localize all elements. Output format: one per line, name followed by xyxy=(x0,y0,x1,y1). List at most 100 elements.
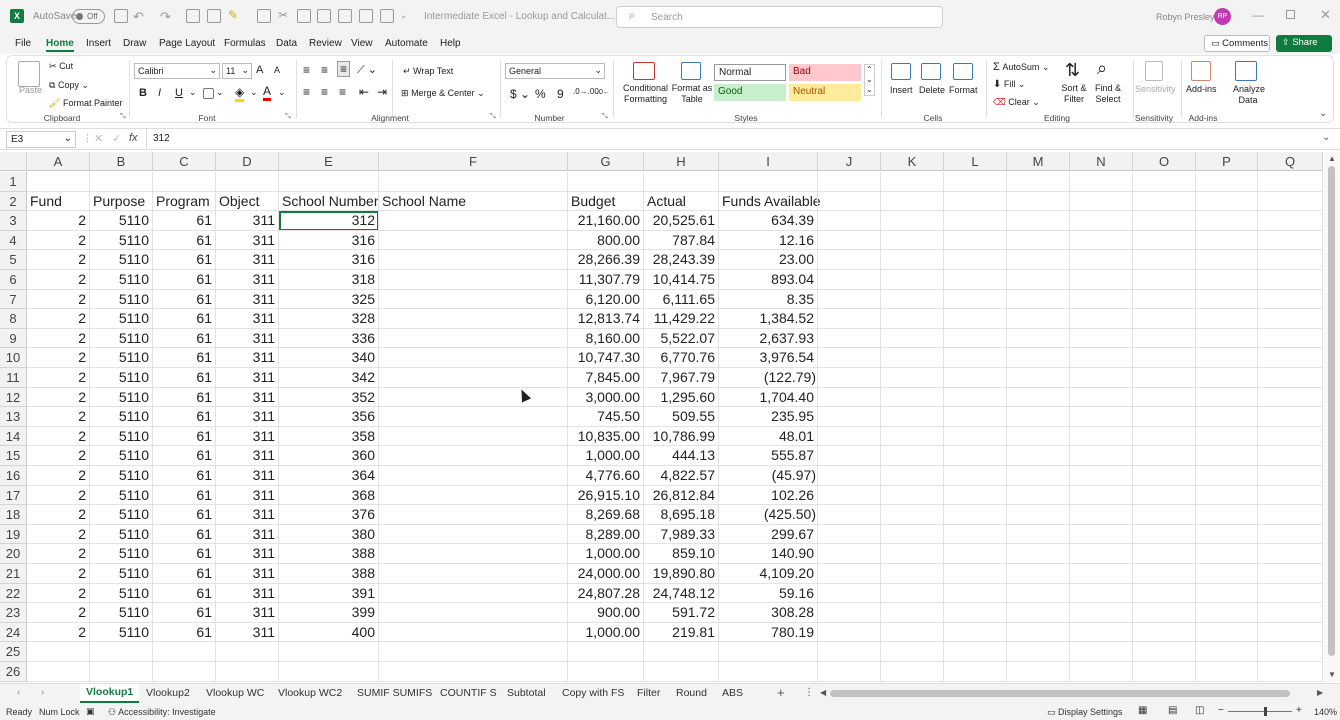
copy-file-icon[interactable] xyxy=(207,9,221,23)
table-cell[interactable]: 380 xyxy=(279,524,379,545)
save-icon[interactable] xyxy=(114,9,128,23)
row-header[interactable]: 2 xyxy=(0,191,27,212)
table-cell[interactable]: 358 xyxy=(279,426,379,447)
table-cell[interactable]: 2 xyxy=(27,622,90,643)
table-cell[interactable]: 19,890.80 xyxy=(644,564,719,584)
table-cell[interactable]: 140.90 xyxy=(719,544,818,564)
table-cell[interactable]: 26,915.10 xyxy=(568,485,644,506)
scroll-down-icon[interactable]: ▼ xyxy=(1328,670,1336,679)
conditional-formatting-icon[interactable] xyxy=(633,62,655,80)
column-header-e[interactable]: E xyxy=(279,152,379,171)
header-cell[interactable]: Actual xyxy=(644,191,719,212)
table-cell[interactable]: 388 xyxy=(279,544,379,564)
table-cell[interactable]: 391 xyxy=(279,583,379,604)
row-header[interactable]: 11 xyxy=(0,368,27,388)
column-header-q[interactable]: Q xyxy=(1258,152,1323,171)
table-cell[interactable] xyxy=(379,309,568,329)
conditional-formatting-button[interactable]: Conditional Formatting xyxy=(618,83,673,105)
sheet-tab-filter[interactable]: Filter xyxy=(637,687,660,699)
print-icon[interactable] xyxy=(317,9,331,23)
wrap-text-button[interactable]: ↵ Wrap Text xyxy=(403,66,453,77)
orientation-icon[interactable]: ⟋ ⌄ xyxy=(357,63,377,77)
table-cell[interactable]: 6,111.65 xyxy=(644,289,719,310)
table-cell[interactable]: 311 xyxy=(216,622,279,643)
sheet-tab-vlookup-wc2[interactable]: Vlookup WC2 xyxy=(278,687,342,699)
format-as-table-icon[interactable] xyxy=(681,62,701,80)
table-cell[interactable]: 5110 xyxy=(90,407,153,427)
table-cell[interactable]: 5110 xyxy=(90,505,153,525)
spreadsheet-grid[interactable]: A B C D E F G H I J K L M N O P Q 1 2 3 4 5 6 7 8 9 10 11 12 13 14 15 16… xyxy=(0,152,1323,682)
table-cell[interactable] xyxy=(379,505,568,525)
italic-button[interactable]: I xyxy=(158,87,161,99)
find-select-icon[interactable]: ⌕ xyxy=(1097,58,1107,79)
format-as-table-button[interactable]: Format as Table xyxy=(671,83,713,105)
number-launcher-icon[interactable]: ⤡ xyxy=(602,113,608,121)
table-cell[interactable]: 311 xyxy=(216,564,279,584)
font-launcher-icon[interactable]: ⤡ xyxy=(285,113,291,121)
undo-icon[interactable]: ↶ xyxy=(133,9,144,25)
table-cell[interactable]: 800.00 xyxy=(568,230,644,251)
table-cell[interactable]: 61 xyxy=(153,289,216,310)
vertical-scroll-thumb[interactable] xyxy=(1328,166,1335,656)
header-cell[interactable]: School Number xyxy=(279,191,379,212)
table-cell[interactable]: 5110 xyxy=(90,603,153,623)
table-cell[interactable]: 311 xyxy=(216,544,279,564)
row-header[interactable]: 16 xyxy=(0,466,27,486)
decrease-decimal-icon[interactable]: .0← xyxy=(597,89,610,96)
sheet-tab-vlookup1[interactable]: Vlookup1 xyxy=(80,684,140,703)
table-cell[interactable]: 10,747.30 xyxy=(568,348,644,368)
table-cell[interactable]: 219.81 xyxy=(644,622,719,643)
borders-dropdown-icon[interactable]: ⌄ xyxy=(216,87,224,98)
table-cell[interactable]: 8,695.18 xyxy=(644,505,719,525)
row-header[interactable]: 10 xyxy=(0,348,27,368)
table-cell[interactable]: 61 xyxy=(153,426,216,447)
table-cell[interactable] xyxy=(379,466,568,486)
table-cell[interactable]: 328 xyxy=(279,309,379,329)
add-ins-icon[interactable] xyxy=(1191,61,1211,81)
paste-icon[interactable] xyxy=(18,61,40,87)
macro-record-icon[interactable]: ▣ xyxy=(86,706,95,717)
cut-button[interactable]: ✂ Cut xyxy=(49,61,73,72)
table-cell[interactable]: 316 xyxy=(279,250,379,270)
table-cell[interactable]: 399 xyxy=(279,603,379,623)
tab-view[interactable]: View xyxy=(351,38,373,49)
table-cell[interactable]: 5110 xyxy=(90,485,153,506)
minimize-icon[interactable]: — xyxy=(1252,8,1264,22)
paste-button[interactable]: Paste xyxy=(19,85,42,95)
redo-icon[interactable]: ↷ xyxy=(160,9,171,25)
autosave-toggle[interactable]: Off xyxy=(72,9,105,24)
table-cell[interactable]: 787.84 xyxy=(644,230,719,251)
table-cell[interactable]: 311 xyxy=(216,328,279,349)
table-cell[interactable]: 2 xyxy=(27,250,90,270)
zoom-out-icon[interactable]: − xyxy=(1218,705,1224,716)
align-center-icon[interactable]: ≡ xyxy=(321,85,328,99)
copy-button[interactable]: ⧉ Copy ⌄ xyxy=(49,80,89,91)
fill-color-dropdown-icon[interactable]: ⌄ xyxy=(250,87,258,98)
table-cell[interactable]: 24,748.12 xyxy=(644,583,719,604)
analyze-data-button[interactable]: Analyze Data xyxy=(1233,84,1265,106)
table-cell[interactable]: 2 xyxy=(27,603,90,623)
table-cell[interactable] xyxy=(379,328,568,349)
add-sheet-icon[interactable]: + xyxy=(777,685,785,700)
header-cell[interactable]: Object xyxy=(216,191,279,212)
row-header[interactable]: 13 xyxy=(0,407,27,427)
format-painter-button[interactable]: 🖌 Format Painter xyxy=(49,98,122,109)
align-right-icon[interactable]: ≡ xyxy=(339,85,346,99)
table-cell[interactable]: 4,822.57 xyxy=(644,466,719,486)
table-cell[interactable] xyxy=(379,524,568,545)
header-cell[interactable]: Funds Available xyxy=(719,191,821,212)
find-select-button[interactable]: Find & Select xyxy=(1091,83,1125,105)
table-cell[interactable]: 311 xyxy=(216,583,279,604)
sheet-tab-abs[interactable]: ABS xyxy=(722,687,743,699)
table-cell[interactable]: 2 xyxy=(27,544,90,564)
table-cell[interactable]: 318 xyxy=(279,270,379,290)
table-cell[interactable]: 28,266.39 xyxy=(568,250,644,270)
table-cell[interactable]: 24,000.00 xyxy=(568,564,644,584)
table-cell[interactable]: 61 xyxy=(153,250,216,270)
table-cell[interactable]: 745.50 xyxy=(568,407,644,427)
table-cell[interactable]: 356 xyxy=(279,407,379,427)
table-cell[interactable]: 61 xyxy=(153,583,216,604)
tab-help[interactable]: Help xyxy=(440,38,461,49)
increase-decimal-icon[interactable]: .0→.00 xyxy=(573,87,599,96)
table-cell[interactable]: 352 xyxy=(279,387,379,408)
